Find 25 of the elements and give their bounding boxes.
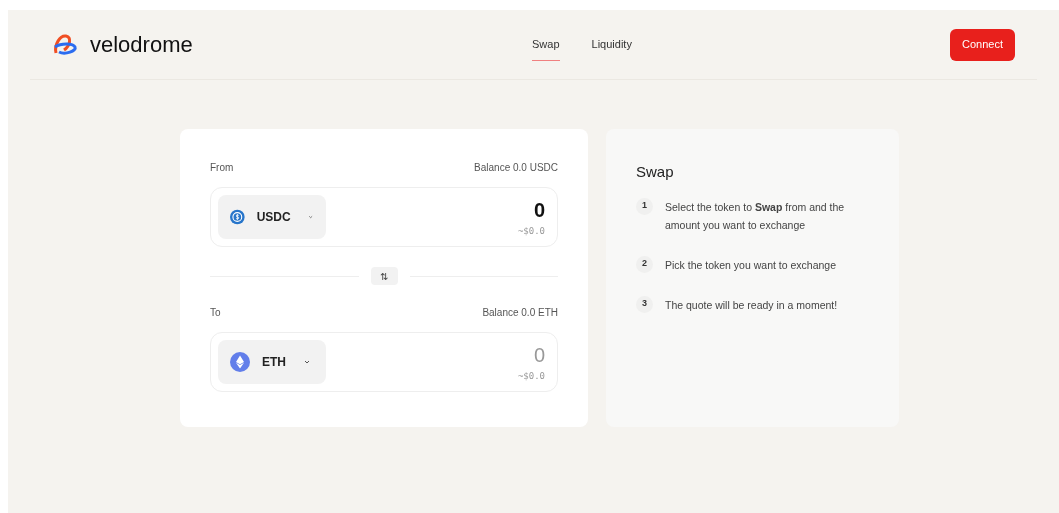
switch-button[interactable]: ⇅	[370, 267, 398, 285]
amount-input[interactable]: 0	[445, 340, 545, 371]
step-text: Select the token to Swap from and the amount you want to exchange	[665, 199, 846, 233]
logo-icon	[52, 32, 78, 57]
help-title: Swap	[636, 162, 675, 182]
coin-icon	[230, 207, 245, 227]
section-label: From	[210, 161, 234, 175]
step-number: 2	[636, 255, 653, 273]
usd-value: ~$0.0	[517, 370, 545, 384]
token-selector[interactable]: ETH	[218, 340, 326, 384]
usd-value: ~$0.0	[517, 225, 545, 239]
nav-tab[interactable]: Liquidity	[591, 27, 632, 62]
amount-input[interactable]: 0	[445, 195, 545, 226]
balance-text: Balance 0.0 ETH	[482, 306, 558, 320]
balance-text: Balance 0.0 USDC	[474, 161, 558, 175]
diamond-coin-icon	[230, 352, 250, 372]
token-selector[interactable]: USDC	[218, 195, 326, 239]
step-text: The quote will be ready in a moment!	[665, 297, 839, 313]
logo-text: velodrome	[90, 31, 193, 59]
section-label: To	[210, 306, 221, 320]
step-number: 1	[636, 197, 653, 215]
step-number: 3	[636, 295, 653, 313]
nav-tab[interactable]: Swap	[532, 27, 560, 62]
step-text: Pick the token you want to exchange	[665, 257, 838, 273]
connect-button[interactable]: Connect	[950, 28, 1015, 61]
